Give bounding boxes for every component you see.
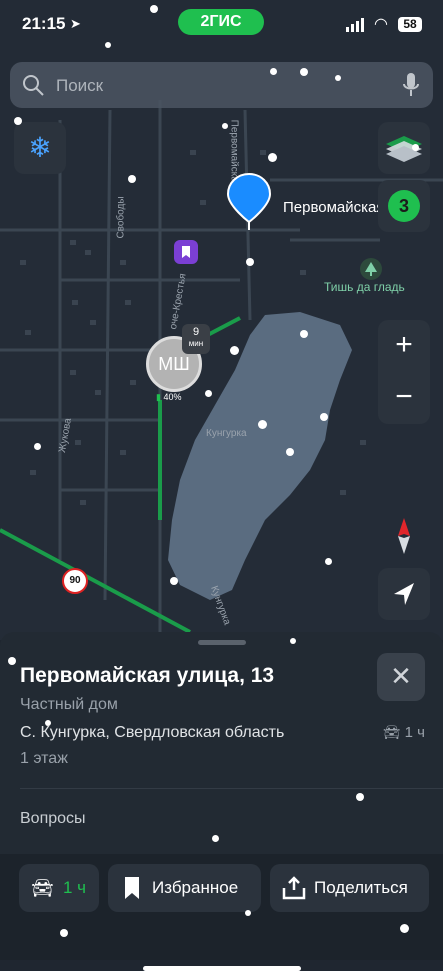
speed-limit-sign: 90 bbox=[62, 568, 88, 594]
car-travel-time: 🚘︎ 1 ч bbox=[383, 724, 425, 741]
close-button[interactable]: ✕ bbox=[377, 653, 425, 701]
app-badge[interactable]: 2ГИС bbox=[178, 9, 264, 35]
poi-label[interactable]: Тишь да гладь bbox=[324, 280, 405, 294]
eta-unit: мин bbox=[188, 339, 204, 348]
snowflake-icon[interactable]: ❄ bbox=[14, 122, 66, 174]
layers-button[interactable] bbox=[378, 122, 430, 174]
car-icon: 🚘︎ bbox=[31, 878, 54, 898]
zoom-in-button[interactable]: + bbox=[378, 320, 430, 372]
place-title: Первомайская улица, 13 bbox=[20, 664, 275, 687]
share-label: Поделиться bbox=[314, 878, 408, 897]
wifi-icon: ◠ bbox=[374, 16, 388, 33]
status-time: 21:15 bbox=[22, 14, 66, 33]
zoom-out-button[interactable]: − bbox=[378, 372, 430, 424]
home-indicator[interactable] bbox=[143, 966, 301, 971]
favorite-button[interactable]: Избранное bbox=[108, 864, 261, 912]
eta-minutes: 9 bbox=[192, 326, 200, 338]
car-icon: 🚘︎ bbox=[382, 724, 401, 740]
share-icon bbox=[282, 876, 306, 900]
nearby-count-button[interactable]: 3 bbox=[378, 180, 430, 232]
navigation-arrow-icon bbox=[394, 583, 414, 605]
search-icon bbox=[23, 75, 44, 96]
lake-label: Кунгурка bbox=[206, 428, 247, 439]
location-pin-icon[interactable] bbox=[226, 172, 272, 232]
place-card[interactable]: Первомайская улица, 13 ✕ Частный дом С. … bbox=[0, 632, 443, 971]
search-input[interactable] bbox=[54, 62, 378, 110]
divider bbox=[20, 788, 443, 789]
status-bar: 21:15 ➤ 2ГИС ◠ 58 bbox=[0, 0, 443, 48]
share-button[interactable]: Поделиться bbox=[270, 864, 429, 912]
battery-icon: ▮ bbox=[156, 392, 161, 402]
drag-handle[interactable] bbox=[198, 640, 246, 645]
microphone-icon[interactable] bbox=[403, 73, 419, 97]
count-badge: 3 bbox=[388, 190, 420, 222]
charge-value: 40% bbox=[163, 392, 182, 402]
search-bar[interactable] bbox=[10, 62, 433, 110]
signal-icon bbox=[346, 18, 364, 32]
battery-level: 58 bbox=[398, 17, 422, 32]
bookmark-icon bbox=[125, 877, 139, 899]
action-bar: 🚘︎ 1 ч Избранное Поделиться bbox=[0, 854, 443, 971]
my-location-button[interactable] bbox=[378, 568, 430, 620]
questions-link[interactable]: Вопросы bbox=[20, 810, 86, 828]
layers-icon bbox=[386, 136, 422, 162]
route-time: 1 ч bbox=[63, 878, 87, 897]
place-type: Частный дом bbox=[20, 696, 118, 713]
eta-badge: 9 мин bbox=[182, 324, 210, 354]
favorite-label: Избранное bbox=[152, 878, 239, 897]
place-address: С. Кунгурка, Свердловская область bbox=[20, 724, 285, 741]
street-label-svobody: Свободы bbox=[115, 196, 127, 239]
floors-count: 1 этаж bbox=[20, 750, 68, 767]
tree-icon bbox=[360, 258, 382, 280]
compass-icon[interactable] bbox=[380, 512, 428, 560]
location-arrow-icon: ➤ bbox=[70, 16, 81, 31]
route-by-car-button[interactable]: 🚘︎ 1 ч bbox=[19, 864, 99, 912]
zoom-controls: + − bbox=[378, 320, 430, 424]
charge-label: ▮ 40% bbox=[156, 392, 181, 403]
car-time-value: 1 ч bbox=[404, 724, 425, 741]
poi-bookmark-icon[interactable] bbox=[174, 240, 198, 264]
